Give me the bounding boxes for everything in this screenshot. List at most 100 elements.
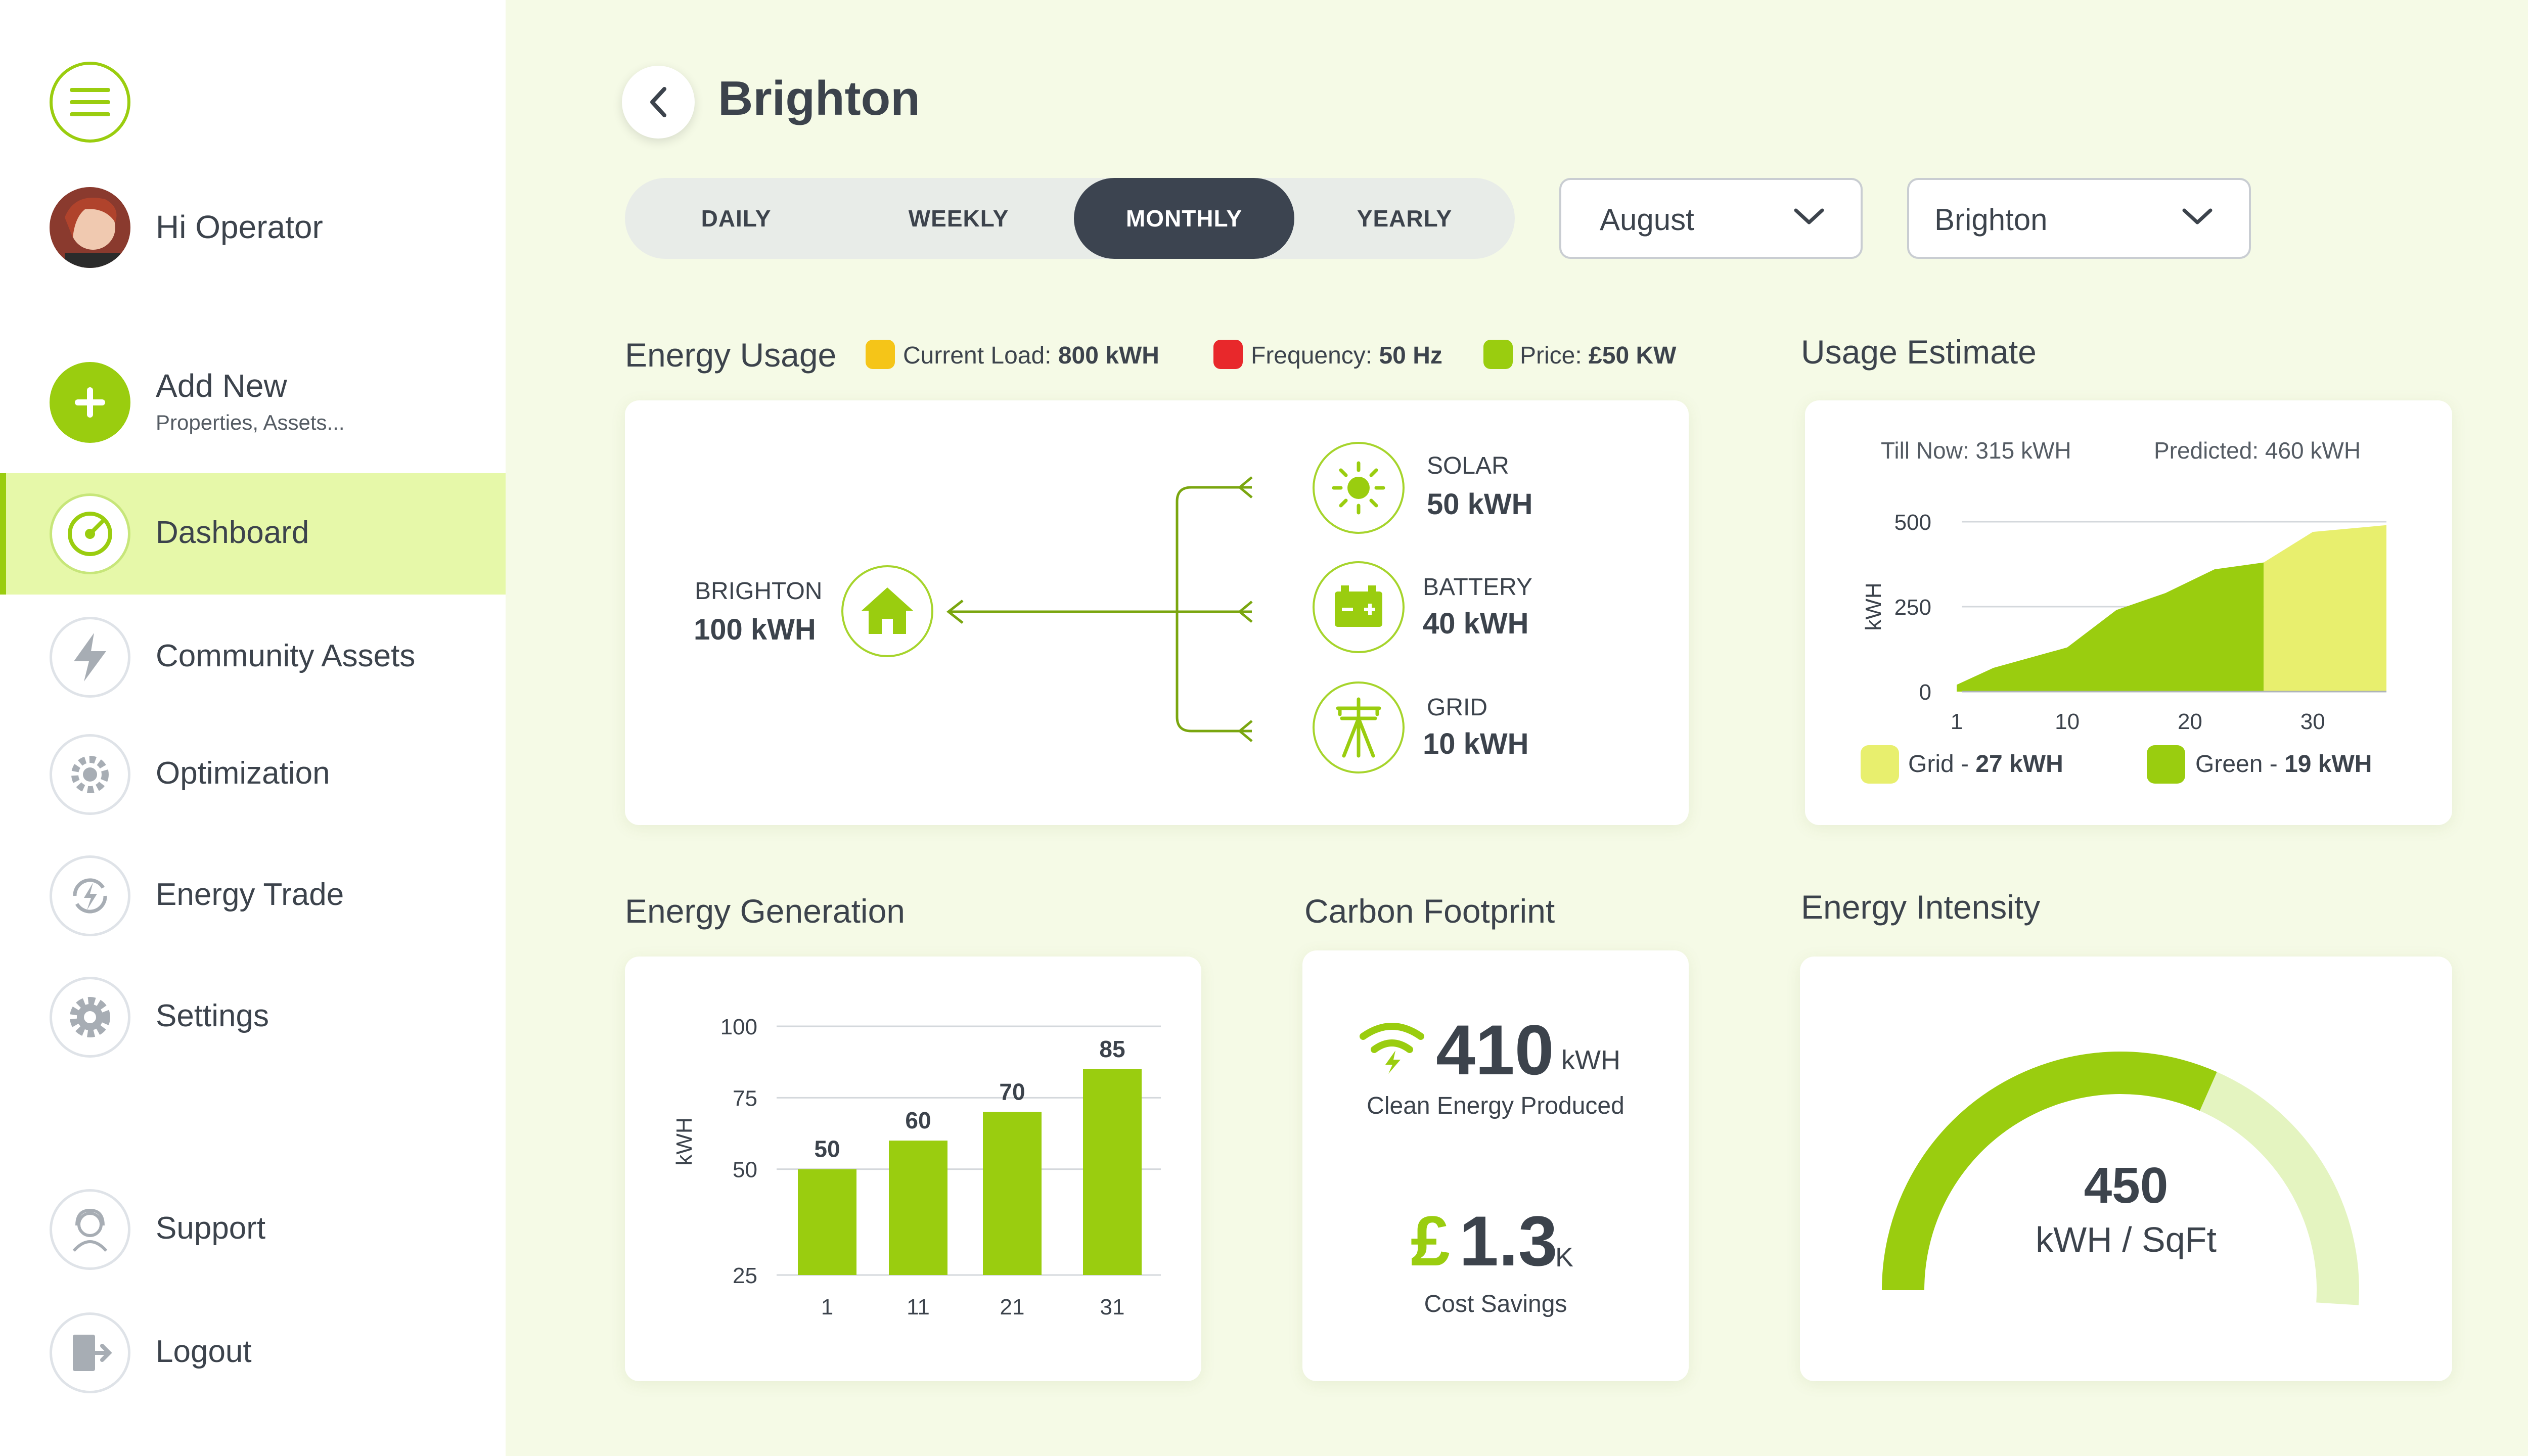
energy-intensity-card: 450 kWH / SqFt (1800, 957, 2452, 1381)
legend-frequency-value: 50 Hz (1379, 342, 1442, 369)
legend-load-label: Current Load: (903, 342, 1052, 369)
power-pylon-icon (1336, 697, 1381, 758)
x-tick-label: 21 (1000, 1295, 1025, 1320)
sidebar-item-dashboard[interactable]: Dashboard (0, 473, 506, 595)
y-tick-label: 25 (733, 1263, 757, 1288)
tab-monthly[interactable]: MONTHLY (1074, 178, 1294, 259)
x-tick-label: 10 (2055, 709, 2080, 734)
solar-node (1313, 442, 1405, 534)
legend-green-label: Green - (2195, 751, 2285, 778)
legend-load-value: 800 kWH (1058, 342, 1159, 369)
y-tick-label: 100 (720, 1015, 757, 1039)
add-new-subtitle: Properties, Assets... (156, 411, 345, 434)
legend-price-label: Price: (1520, 342, 1582, 369)
savings-currency: £ (1411, 1201, 1450, 1281)
energy-generation-title: Energy Generation (625, 892, 906, 930)
sidebar-item-label: Settings (156, 998, 269, 1033)
solar-label: SOLAR (1427, 452, 1509, 479)
home-node (841, 565, 933, 657)
y-tick-label: 500 (1894, 510, 1931, 535)
y-tick-label: 50 (733, 1158, 757, 1182)
gear-icon (50, 977, 130, 1058)
x-tick-label: 20 (2178, 709, 2202, 734)
logout-icon (50, 1312, 130, 1393)
sidebar-item-community-assets[interactable]: Community Assets (0, 597, 506, 718)
bar-31 (1083, 1069, 1142, 1275)
energy-generation-bar-chart: 25 50 75 100 kWH 50 1 60 11 70 21 85 31 (672, 1015, 1161, 1320)
carbon-footprint-card: 410 kWH Clean Energy Produced £ 1.3 K Co… (1302, 950, 1689, 1381)
legend-price: Price: £50 KW (1520, 342, 1676, 370)
usage-estimate-card: Till Now: 315 kWH Predicted: 460 kWH 0 25… (1805, 400, 2452, 825)
y-tick-label: 75 (733, 1086, 757, 1111)
area-series-green (1957, 562, 2264, 692)
add-new-button[interactable] (50, 362, 130, 443)
grid-value: 10 kWH (1423, 727, 1529, 760)
add-new-title[interactable]: Add New (156, 367, 287, 404)
back-button[interactable] (622, 66, 695, 139)
intensity-value: 450 (2084, 1157, 2169, 1214)
page-title: Brighton (718, 71, 920, 125)
legend-green-value: 19 kWH (2284, 751, 2372, 778)
month-select[interactable]: August (1559, 178, 1863, 259)
legend-swatch-price (1483, 340, 1513, 369)
legend-grid-value: 27 kWH (1975, 751, 2063, 778)
tab-weekly[interactable]: WEEKLY (847, 178, 1070, 259)
legend-green: Green - 19 kWH (2195, 750, 2372, 778)
legend-price-value: £50 KW (1589, 342, 1677, 369)
x-tick-label: 1 (821, 1295, 833, 1320)
sidebar-item-label: Community Assets (156, 639, 416, 673)
area-series-grid (2264, 525, 2386, 692)
chevron-left-icon (650, 87, 666, 117)
tab-yearly[interactable]: YEARLY (1294, 178, 1515, 259)
tab-daily[interactable]: DAILY (625, 178, 847, 259)
bar-value-label: 50 (814, 1136, 840, 1162)
avatar[interactable] (50, 187, 130, 268)
x-tick-label: 11 (907, 1295, 930, 1320)
clean-energy-label: Clean Energy Produced (1367, 1093, 1624, 1119)
energy-exchange-icon (50, 855, 130, 936)
y-tick-label: 0 (1919, 680, 1931, 705)
home-value: 100 kWH (694, 613, 816, 646)
avatar-image (50, 187, 130, 268)
intensity-unit: kWH / SqFt (2036, 1220, 2217, 1259)
bar-1 (798, 1169, 856, 1275)
legend-load: Current Load: 800 kWH (903, 342, 1159, 370)
menu-button[interactable] (50, 62, 130, 143)
house-icon (862, 587, 913, 634)
sidebar-item-settings[interactable]: Settings (0, 957, 506, 1078)
savings-label: Cost Savings (1424, 1291, 1567, 1317)
usage-area-chart: 0 250 500 1 10 20 30 kWH (1861, 510, 2386, 734)
clean-energy-unit: kWH (1561, 1045, 1620, 1075)
grid-label: GRID (1427, 694, 1487, 721)
speedometer-icon (50, 493, 130, 574)
energy-generation-card: 25 50 75 100 kWH 50 1 60 11 70 21 85 31 (625, 957, 1201, 1381)
x-tick-label: 31 (1100, 1295, 1125, 1320)
chevron-down-icon (2182, 208, 2213, 224)
gear-wrench-icon (50, 734, 130, 815)
x-tick-label: 30 (2300, 709, 2325, 734)
legend-frequency: Frequency: 50 Hz (1251, 342, 1442, 370)
energy-usage-card: BRIGHTON 100 kWH SOLAR 50 kWH BATTERY 40… (625, 400, 1689, 825)
sidebar-item-label: Optimization (156, 756, 330, 791)
sidebar-item-optimization[interactable]: Optimization (0, 714, 506, 835)
carbon-footprint-title: Carbon Footprint (1304, 892, 1555, 930)
battery-value: 40 kWH (1423, 607, 1529, 640)
bar-21 (983, 1112, 1042, 1275)
sidebar-item-logout[interactable]: Logout (0, 1292, 506, 1414)
legend-swatch-frequency (1213, 340, 1243, 369)
sidebar-item-label: Dashboard (156, 515, 309, 550)
location-select[interactable]: Brighton (1907, 178, 2251, 259)
battery-node (1313, 561, 1405, 653)
wifi-energy-icon (1360, 1023, 1424, 1074)
sidebar-item-energy-trade[interactable]: Energy Trade (0, 835, 506, 957)
legend-frequency-label: Frequency: (1251, 342, 1373, 369)
y-axis-label: kWH (1861, 582, 1886, 630)
bar-11 (889, 1141, 947, 1275)
sidebar-item-label: Logout (156, 1334, 252, 1369)
savings-value: 1.3 (1459, 1201, 1558, 1281)
energy-usage-title: Energy Usage (625, 336, 837, 374)
x-tick-label: 1 (1951, 709, 1963, 734)
battery-label: BATTERY (1423, 574, 1532, 601)
usage-estimate-title: Usage Estimate (1801, 333, 2037, 371)
sidebar-item-support[interactable]: Support (0, 1169, 506, 1290)
